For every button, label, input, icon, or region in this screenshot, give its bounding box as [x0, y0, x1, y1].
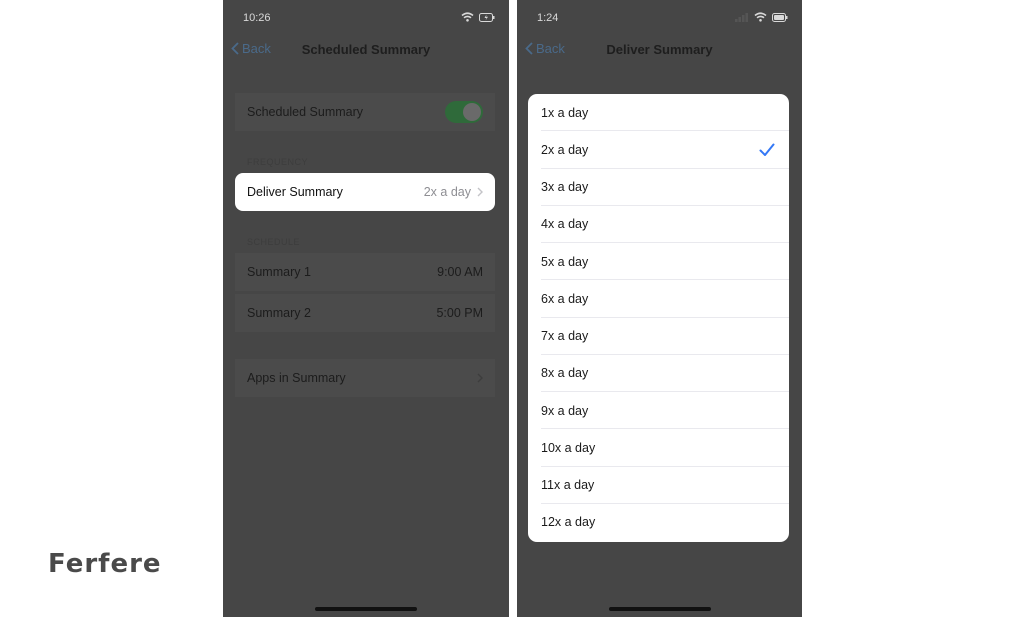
apps-in-summary-label: Apps in Summary: [247, 371, 346, 385]
frequency-option[interactable]: 7x a day: [528, 318, 789, 355]
deliver-summary-label: Deliver Summary: [247, 185, 343, 199]
frequency-option[interactable]: 9x a day: [528, 392, 789, 430]
frequency-option[interactable]: 1x a day: [528, 94, 789, 132]
apps-in-summary-row[interactable]: Apps in Summary: [235, 359, 495, 397]
summary-1-row[interactable]: Summary 1 9:00 AM: [235, 253, 495, 291]
schedule-section-header: SCHEDULE: [247, 237, 301, 247]
frequency-option-label: 2x a day: [541, 142, 589, 157]
frequency-option-label: 1x a day: [541, 105, 589, 120]
home-indicator: [315, 607, 417, 611]
battery-icon: [479, 12, 495, 22]
frequency-option-label: 11x a day: [541, 478, 595, 493]
scheduled-summary-screen: 10:26 Back Scheduled Summary Scheduled S…: [223, 0, 509, 617]
navigation-bar: Back Scheduled Summary: [223, 40, 509, 62]
battery-icon: [772, 12, 788, 22]
frequency-option-label: 10x a day: [541, 440, 596, 455]
frequency-option[interactable]: 2x a day: [528, 131, 789, 169]
chevron-right-icon: [477, 373, 483, 383]
frequency-option[interactable]: 5x a day: [528, 243, 789, 281]
frequency-option-label: 9x a day: [541, 403, 589, 418]
frequency-option-label: 12x a day: [541, 515, 596, 530]
frequency-option[interactable]: 3x a day: [528, 169, 789, 206]
frequency-option-label: 5x a day: [541, 254, 589, 269]
deliver-summary-row[interactable]: Deliver Summary 2x a day: [235, 173, 495, 211]
frequency-option[interactable]: 11x a day: [528, 467, 789, 504]
scheduled-summary-toggle-row: Scheduled Summary: [235, 93, 495, 131]
frequency-option-label: 4x a day: [541, 217, 589, 232]
home-indicator: [608, 607, 711, 611]
ferfere-watermark: Ferfere: [48, 549, 162, 579]
summary-2-time[interactable]: 5:00 PM: [436, 306, 483, 320]
status-bar: 1:24: [517, 8, 802, 28]
toggle-row-label: Scheduled Summary: [247, 105, 364, 119]
frequency-option[interactable]: 10x a day: [528, 429, 789, 467]
deliver-summary-value: 2x a day: [423, 185, 471, 199]
status-time: 10:26: [243, 12, 271, 24]
frequency-option[interactable]: 6x a day: [528, 280, 789, 318]
page-title: Deliver Summary: [606, 42, 713, 57]
frequency-option[interactable]: 12x a day: [528, 504, 789, 541]
wifi-icon: [754, 12, 767, 22]
toggle-knob: [463, 103, 481, 121]
frequency-option[interactable]: 8x a day: [528, 355, 789, 392]
frequency-option-label: 6x a day: [541, 291, 589, 306]
frequency-option-label: 3x a day: [541, 180, 589, 195]
scheduled-summary-toggle[interactable]: [445, 101, 483, 123]
frequency-option-label: 7x a day: [541, 329, 589, 344]
summary-2-label: Summary 2: [247, 306, 311, 320]
page-title: Scheduled Summary: [301, 42, 431, 57]
checkmark-icon: [759, 143, 775, 156]
chevron-right-icon: [477, 187, 483, 197]
frequency-option[interactable]: 4x a day: [528, 206, 789, 243]
frequency-option-label: 8x a day: [541, 366, 589, 381]
summary-2-row[interactable]: Summary 2 5:00 PM: [235, 294, 495, 332]
status-bar: 10:26: [223, 8, 509, 28]
signal-icon: [735, 12, 748, 22]
summary-1-time[interactable]: 9:00 AM: [437, 265, 483, 279]
navigation-bar: Back Deliver Summary: [517, 40, 802, 62]
summary-1-label: Summary 1: [247, 265, 311, 279]
status-time: 1:24: [537, 12, 559, 24]
frequency-options-list: 1x a day 2x a day 3x a day 4x a day 5x a day…: [528, 94, 789, 542]
frequency-section-header: FREQUENCY: [247, 157, 309, 167]
wifi-icon: [461, 12, 474, 22]
